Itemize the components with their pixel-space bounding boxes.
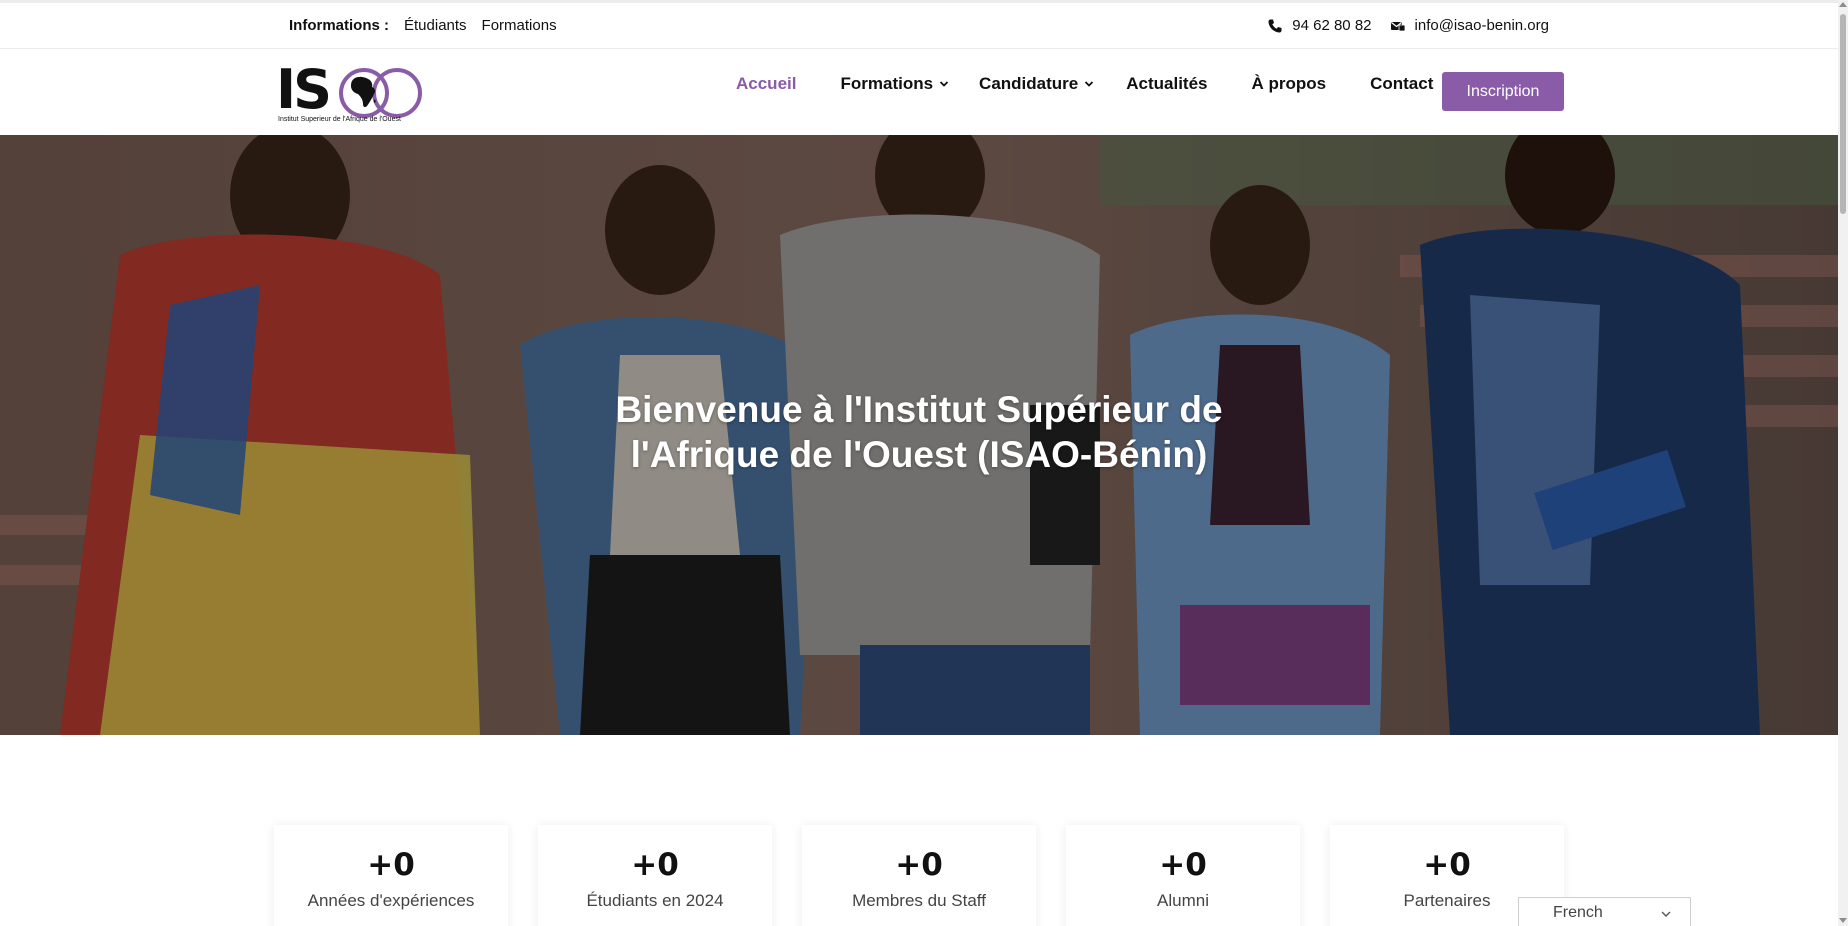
logo-tagline: Institut Superieur de l'Afrique de l'Oue… <box>278 116 401 123</box>
stat-card: +0 Alumni <box>1066 825 1300 926</box>
stat-card: +0 Étudiants en 2024 <box>538 825 772 926</box>
scroll-up-arrow[interactable] <box>1839 2 1847 7</box>
top-info-bar: Informations : Étudiants Formations 94 6… <box>0 0 1838 49</box>
chevron-down-icon <box>1085 81 1094 87</box>
stat-value: +0 <box>1423 847 1471 883</box>
info-link-etudiants[interactable]: Étudiants <box>404 17 467 34</box>
nav-accueil[interactable]: Accueil <box>736 74 796 94</box>
chevron-down-icon <box>939 81 949 87</box>
nav-label-candidature: Candidature <box>979 74 1079 93</box>
nav-label-contact: Contact <box>1370 74 1434 93</box>
nav-label-a-propos: À propos <box>1251 74 1327 93</box>
phone-contact[interactable]: 94 62 80 82 <box>1267 17 1372 34</box>
hero-title-line2: l'Afrique de l'Ouest (ISAO-Bénin) <box>630 434 1208 475</box>
stat-label: Alumni <box>1157 891 1209 910</box>
contact-info: 94 62 80 82 info@isao-benin.org <box>1267 17 1549 34</box>
stat-value: +0 <box>367 847 415 883</box>
language-selected: French <box>1553 904 1603 921</box>
nav-contact[interactable]: Contact <box>1370 74 1433 94</box>
info-label: Informations : <box>289 17 389 34</box>
hero-title-line1: Bienvenue à l'Institut Supérieur de <box>615 389 1223 430</box>
isao-logo[interactable]: IS Institut Superieur de l'Afrique de l'… <box>276 60 426 123</box>
main-nav: Accueil Formations Candidature Actualité… <box>736 74 1477 94</box>
hero-banner: Bienvenue à l'Institut Supérieur de l'Af… <box>0 135 1838 735</box>
nav-actualites[interactable]: Actualités <box>1126 74 1207 94</box>
language-selector[interactable]: French <box>1518 897 1691 926</box>
nav-label-actualites: Actualités <box>1126 74 1208 93</box>
stats-section: +0 Années d'expériences +0 Étudiants en … <box>274 825 1564 926</box>
chevron-down-icon <box>1661 911 1671 917</box>
nav-label-accueil: Accueil <box>736 74 797 93</box>
stat-value: +0 <box>631 847 679 883</box>
page-scrollbar[interactable] <box>1838 0 1848 926</box>
phone-icon <box>1268 19 1282 32</box>
inscription-button[interactable]: Inscription <box>1442 72 1564 111</box>
nav-formations[interactable]: Formations <box>840 74 949 94</box>
stat-value: +0 <box>1159 847 1207 883</box>
stat-label: Années d'expériences <box>307 891 475 910</box>
info-links: Informations : Étudiants Formations <box>289 17 557 34</box>
main-header: IS Institut Superieur de l'Afrique de l'… <box>0 49 1838 135</box>
scrollbar-thumb[interactable] <box>1840 14 1846 214</box>
email-address: info@isao-benin.org <box>1414 17 1549 34</box>
nav-label-formations: Formations <box>840 74 934 93</box>
stat-label: Membres du Staff <box>852 891 986 910</box>
stat-card: +0 Années d'expériences <box>274 825 508 926</box>
info-link-formations[interactable]: Formations <box>482 17 557 34</box>
stat-card: +0 Membres du Staff <box>802 825 1036 926</box>
stat-label: Étudiants en 2024 <box>586 891 724 910</box>
mail-icon <box>1390 21 1405 31</box>
email-contact[interactable]: info@isao-benin.org <box>1390 17 1549 34</box>
phone-number: 94 62 80 82 <box>1292 17 1372 34</box>
logo-text: IS <box>276 58 332 121</box>
stat-value: +0 <box>895 847 943 883</box>
nav-candidature[interactable]: Candidature <box>979 74 1094 94</box>
scroll-down-arrow[interactable] <box>1839 918 1847 923</box>
nav-a-propos[interactable]: À propos <box>1251 74 1326 94</box>
hero-title: Bienvenue à l'Institut Supérieur de l'Af… <box>0 387 1838 477</box>
